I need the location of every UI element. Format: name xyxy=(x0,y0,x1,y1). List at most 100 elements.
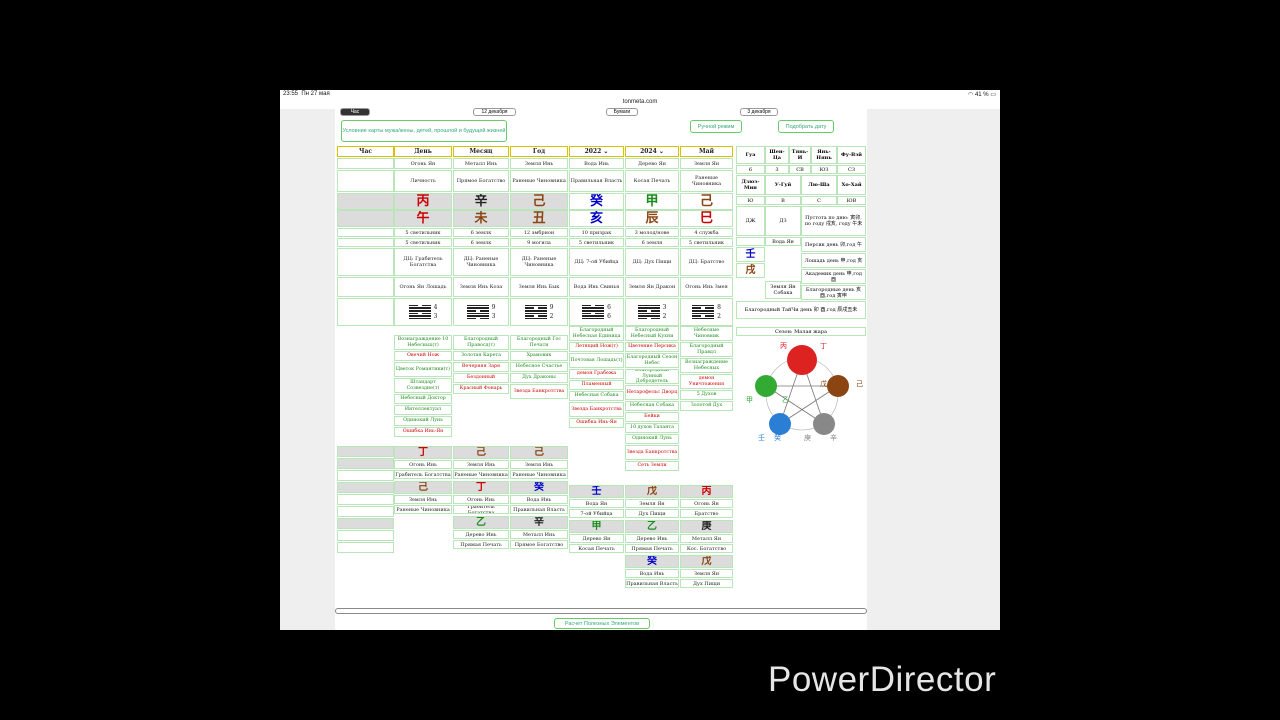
animal-cell-1: Огонь Ян Лошадь xyxy=(394,277,452,297)
calc-useful-elements-button[interactable]: Расчет Полезных Элементов xyxy=(554,618,650,629)
year-star: Дух Драконы xyxy=(510,373,568,383)
address-bar[interactable]: tonmeta.com xyxy=(280,99,1000,109)
year-star: Благородный Гос Печати xyxy=(510,335,568,350)
column-header-3: Год xyxy=(510,146,568,157)
column-header-1: День xyxy=(394,146,452,157)
hidden-element: Дерево Ян xyxy=(569,534,624,543)
hidden-god: Прямая Печать xyxy=(453,540,509,549)
month-star: Бездонный xyxy=(453,373,509,383)
horizontal-scrollbar[interactable] xyxy=(335,608,867,614)
column-header-5[interactable]: 2024 ⌄ xyxy=(625,146,679,157)
hour-empty-cell xyxy=(337,530,394,541)
dz-cell-6: ДЦ: Братство xyxy=(680,248,733,276)
gods-cell-5: Косая Печать xyxy=(625,170,679,192)
y2024-star: Звезда Банкротства xyxy=(625,445,679,460)
element-node-3 xyxy=(769,413,791,435)
hidden-stem: 甲 xyxy=(569,520,624,533)
hour-select[interactable]: Час xyxy=(340,108,370,116)
gods-cell-4: Правильная Власть xyxy=(569,170,624,192)
gua-header-1: Шен-Ца xyxy=(765,146,789,164)
manual-mode-button[interactable]: Ручной режим xyxy=(690,120,742,133)
hidden-stem: 壬 xyxy=(569,485,624,498)
column-header-4[interactable]: 2022 ⌄ xyxy=(569,146,624,157)
hidden-god: Косая Печать xyxy=(569,544,624,553)
wheel-stem-label: 庚 xyxy=(804,433,811,442)
gua-value2-2: С xyxy=(801,196,837,205)
y2022-star: Пламенный xyxy=(569,380,624,390)
may-star: Вознаграждение Небесных xyxy=(680,358,733,373)
hidden-god: Грабитель Богатства xyxy=(394,470,452,479)
stage1-cell-1: 5 светильник xyxy=(394,228,452,237)
month-star: Благородный Правосд(т) xyxy=(453,335,509,350)
stage2-cell-4: 5 светильник xyxy=(569,238,624,247)
gua-value-1: 3 xyxy=(765,165,789,174)
hexagram-icon xyxy=(524,304,547,321)
gua-value2-3: ЮВ xyxy=(837,196,866,205)
hidden-stem: 乙 xyxy=(625,520,679,533)
rp-line-2: Академик день 申,год 酉 xyxy=(801,269,866,284)
y2024-star: Благородный Сезон Небес xyxy=(625,353,679,368)
y2024-star: Бейки xyxy=(625,412,679,422)
year-star: Храмовик xyxy=(510,351,568,361)
rp-branch: 戌 xyxy=(736,263,765,278)
hour-empty-cell xyxy=(337,482,394,493)
day-star: Цветок Романтики(т) xyxy=(394,362,452,377)
hidden-god: Раненые Чиновника xyxy=(394,505,452,514)
gua-header2-1: У-Гуй xyxy=(765,175,801,195)
hidden-stem: 戊 xyxy=(680,555,733,568)
hidden-stem: 辛 xyxy=(510,516,568,529)
stage2-cell-6: 5 светильник xyxy=(680,238,733,247)
pick-date-button[interactable]: Подобрать дату xyxy=(778,120,834,133)
hidden-element: Вода Инь xyxy=(510,495,568,504)
y2022-star: Небесная Собака xyxy=(569,391,624,401)
earthly-branch-1: 午 xyxy=(394,210,452,227)
hidden-god: Правильная Власть xyxy=(625,579,679,588)
gua-value-2: СВ xyxy=(789,165,811,174)
elements-cell-3: Земля Инь xyxy=(510,158,568,169)
y2022-star: Почтовая Лошадь(т) xyxy=(569,353,624,368)
elements-cell-1: Огонь Ян xyxy=(394,158,452,169)
rp-stem: 壬 xyxy=(736,247,765,262)
day-select[interactable]: 3 декабря xyxy=(740,108,778,116)
wheel-stem-label: 丁 xyxy=(820,342,827,350)
month-star: Вечерняя Заря xyxy=(453,362,509,372)
hour-empty-cell xyxy=(337,506,394,517)
element-node-0 xyxy=(787,345,817,375)
hidden-stem: 丁 xyxy=(453,481,509,494)
hidden-god: Прямая Печать xyxy=(625,544,679,553)
hexagram-icon xyxy=(692,304,715,321)
gua-header-3: Янь-Нянь xyxy=(811,146,837,164)
paper-select[interactable]: Бумаги xyxy=(606,108,638,116)
right-margin xyxy=(867,109,1000,630)
rp-animal: Земля Ян Собака xyxy=(765,281,801,299)
heavenly-stem-1: 丙 xyxy=(394,193,452,210)
hidden-god: Прямое Богатство xyxy=(510,540,568,549)
hidden-stem: 癸 xyxy=(510,481,568,494)
heavenly-stem-2: 辛 xyxy=(453,193,509,210)
rp-line-0: Персик день 卯,год 午 xyxy=(801,237,866,252)
month-star: Красный Фонарь xyxy=(453,384,509,394)
hour-empty-cell xyxy=(337,446,394,457)
conditions-button[interactable]: Условние карты мужа/жены, детей, прошлой… xyxy=(341,120,507,142)
gua-value-0: 6 xyxy=(736,165,765,174)
gua-header2-0: Дзюэ-Мин xyxy=(736,175,765,195)
month-select[interactable]: 12 декабря xyxy=(473,108,516,116)
gods-cell-1: Личность xyxy=(394,170,452,192)
left-margin xyxy=(280,109,335,630)
hidden-god: Грабитель Богатства xyxy=(453,505,509,514)
hidden-element: Огонь Инь xyxy=(453,495,509,504)
hour-empty-cell xyxy=(337,518,394,529)
y2022-star: Звезда Банкротства xyxy=(569,402,624,417)
hexagram-cell-2: 93 xyxy=(453,298,509,326)
stage2-cell-0 xyxy=(337,238,394,247)
hidden-stem: 丙 xyxy=(680,485,733,498)
stage1-cell-3: 12 эмбрион xyxy=(510,228,568,237)
column-header-6[interactable]: Май xyxy=(680,146,733,157)
wheel-stem-label: 己 xyxy=(856,380,863,388)
year-star: Небесное Счастье xyxy=(510,362,568,372)
hidden-element: Земля Инь xyxy=(453,460,509,469)
hidden-element: Огонь Инь xyxy=(394,460,452,469)
season-text: Сезон: Малая жара xyxy=(736,327,866,336)
element-node-2 xyxy=(813,413,835,435)
y2024-star: Сеть Земли xyxy=(625,461,679,471)
